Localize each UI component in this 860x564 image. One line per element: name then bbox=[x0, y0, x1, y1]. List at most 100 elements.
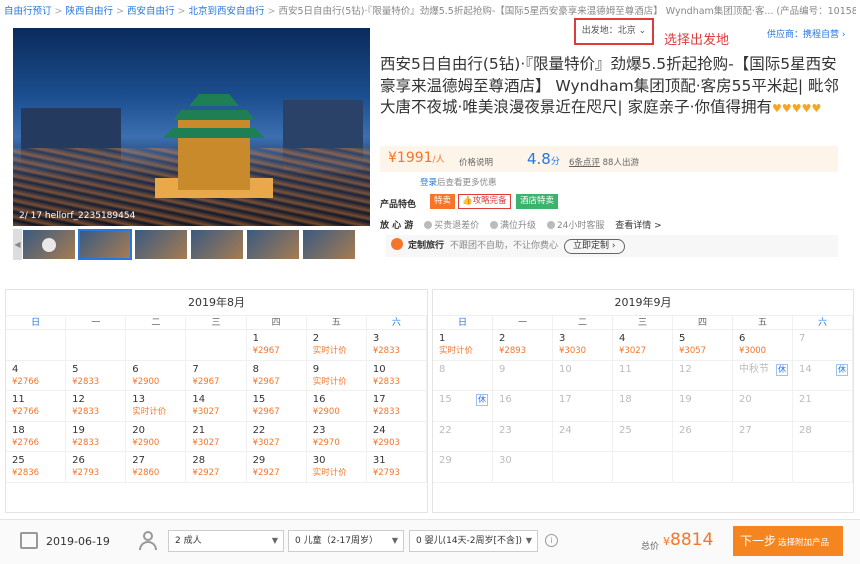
calendar-grid: 1 ¥2967 2 实时计价 3 ¥2833 4 ¥2766 5 ¥2833 6 ¥2900 7 ¥296… bbox=[6, 330, 427, 483]
calendar-day[interactable]: 9 实时计价 bbox=[306, 360, 367, 391]
calendar-day[interactable]: 13 实时计价 bbox=[126, 391, 187, 422]
calendar-day[interactable]: 26 ¥2793 bbox=[66, 452, 127, 483]
info-icon[interactable]: i bbox=[545, 534, 558, 547]
tower-roof bbox=[173, 110, 255, 120]
calendar-day[interactable]: 3 ¥2833 bbox=[366, 330, 427, 361]
calendar-day[interactable]: 22 ¥3027 bbox=[246, 421, 307, 452]
calendar-grid: 1 实时计价 2 ¥2893 3 ¥3030 4 ¥3027 5 ¥3057 6 ¥3000 7 8 9 10… bbox=[433, 330, 853, 483]
calendar-day[interactable]: 2 实时计价 bbox=[306, 330, 367, 361]
calendar-day[interactable]: 6 ¥2900 bbox=[126, 360, 187, 391]
breadcrumb-current: 西安5日自由行(5钻)·『限量特价』劲爆5.5折起抢购-【国际5星西安豪享来温德… bbox=[278, 6, 856, 17]
calendar-day[interactable]: 25 ¥2836 bbox=[6, 452, 67, 483]
day-price: 实时计价 bbox=[132, 407, 167, 417]
calendar-day[interactable]: 8 ¥2967 bbox=[246, 360, 307, 391]
price-explain-link[interactable]: 价格说明 bbox=[459, 156, 493, 168]
annotation-text: 选择出发地 bbox=[664, 33, 730, 48]
thumbnail-video[interactable] bbox=[22, 229, 76, 260]
weekday-header: 日 一 二 三 四 五 六 bbox=[433, 316, 853, 330]
thumbnail[interactable] bbox=[78, 229, 132, 260]
calendar-day[interactable]: 11 ¥2766 bbox=[6, 391, 67, 422]
weekday-header: 日 一 二 三 四 五 六 bbox=[6, 316, 427, 330]
next-step-button[interactable]: 下一步 选择附加产品 bbox=[733, 526, 843, 556]
day-number: 16 bbox=[312, 394, 326, 405]
breadcrumb-link[interactable]: 自由行预订 bbox=[4, 6, 52, 17]
login-hint: 登录后查看更多优惠 bbox=[420, 176, 497, 188]
product-title: 西安5日自由行(5钻)·『限量特价』劲爆5.5折起抢购-【国际5星西安豪享来温德… bbox=[380, 54, 840, 120]
weekday: 一 bbox=[66, 316, 127, 329]
calendar-day: 20 bbox=[733, 391, 793, 422]
custom-travel-label: 定制旅行 bbox=[408, 241, 445, 251]
calendar-day[interactable]: 23 ¥2970 bbox=[306, 421, 367, 452]
calendar-day[interactable]: 2 ¥2893 bbox=[493, 330, 553, 361]
worry-free-item: 24小时客服 bbox=[546, 221, 604, 231]
view-details-link[interactable]: 查看详情 > bbox=[615, 221, 661, 231]
calendar-day[interactable]: 5 ¥3057 bbox=[673, 330, 733, 361]
calendar-day[interactable]: 1 ¥2967 bbox=[246, 330, 307, 361]
day-number: 24 bbox=[372, 424, 386, 436]
calendar-day[interactable]: 7 ¥2967 bbox=[186, 360, 247, 391]
calendar-day[interactable]: 28 ¥2927 bbox=[186, 452, 247, 483]
calendar-day[interactable]: 12 ¥2833 bbox=[66, 391, 127, 422]
date-field[interactable]: 2019-06-19 bbox=[46, 535, 110, 548]
weekday: 六 bbox=[367, 316, 427, 329]
day-number: 12 bbox=[72, 394, 85, 405]
calendar-day[interactable]: 21 ¥3027 bbox=[186, 421, 247, 452]
child-select[interactable]: 0 儿童（2-17周岁） ▼ bbox=[288, 530, 404, 552]
thumbnail[interactable] bbox=[246, 229, 300, 260]
price-unit: /人 bbox=[432, 155, 445, 165]
day-number: 9 bbox=[499, 363, 506, 375]
review-count-link[interactable]: 6条点评 bbox=[569, 158, 600, 168]
calendar-day[interactable]: 17 ¥2833 bbox=[366, 391, 427, 422]
breadcrumb: 自由行预订 > 陕西自由行 > 西安自由行 > 北京到西安自由行 > 西安5日自由行(5钻)·『… bbox=[4, 3, 856, 17]
day-price: ¥3000 bbox=[739, 346, 767, 356]
calendar-day[interactable]: 14 ¥3027 bbox=[186, 391, 247, 422]
calendar-day[interactable]: 30 实时计价 bbox=[306, 452, 367, 483]
adult-select[interactable]: 2 成人 ▼ bbox=[168, 530, 284, 552]
check-icon bbox=[424, 221, 433, 229]
calendar-day[interactable]: 3 ¥3030 bbox=[553, 330, 613, 361]
thumbnail[interactable] bbox=[302, 229, 356, 260]
login-link[interactable]: 登录 bbox=[420, 178, 437, 188]
breadcrumb-link[interactable]: 西安自由行 bbox=[127, 6, 175, 17]
departure-selector[interactable]: 出发地：北京 ⌄ bbox=[574, 18, 654, 45]
calendar-day[interactable]: 5 ¥2833 bbox=[66, 360, 127, 391]
calendar-day[interactable]: 20 ¥2900 bbox=[126, 421, 187, 452]
calendar-day[interactable]: 19 ¥2833 bbox=[66, 421, 127, 452]
day-number: 5 bbox=[679, 333, 686, 344]
calendar-day: 12 bbox=[673, 360, 733, 391]
calendar-day[interactable]: 31 ¥2793 bbox=[366, 452, 427, 483]
thumb-prev-icon[interactable]: ◀ bbox=[13, 229, 22, 260]
custom-now-button[interactable]: 立即定制 › bbox=[564, 239, 625, 254]
breadcrumb-link[interactable]: 北京到西安自由行 bbox=[188, 6, 264, 17]
calendar-day: 9 bbox=[493, 360, 553, 391]
calendar-day[interactable]: 16 ¥2900 bbox=[306, 391, 367, 422]
calendar-day[interactable]: 27 ¥2860 bbox=[126, 452, 187, 483]
supplier-link[interactable]: 供应商：携程自营 › bbox=[767, 27, 845, 40]
calendar-day: 23 bbox=[493, 421, 553, 452]
calendar-empty-cell bbox=[793, 452, 853, 483]
calendar-day[interactable]: 15 ¥2967 bbox=[246, 391, 307, 422]
day-price: ¥2927 bbox=[252, 468, 280, 478]
day-number: 2 bbox=[499, 333, 506, 344]
calendar-day[interactable]: 29 ¥2927 bbox=[246, 452, 307, 483]
calendar-day[interactable]: 24 ¥2903 bbox=[366, 421, 427, 452]
thumbnail[interactable] bbox=[190, 229, 244, 260]
day-number: 25 bbox=[12, 455, 25, 466]
infant-select[interactable]: 0 婴儿(14天-2周岁[不含]) ▼ bbox=[409, 530, 538, 552]
review-info: 6条点评 88人出游 bbox=[569, 156, 639, 168]
day-price: 实时计价 bbox=[312, 346, 347, 356]
weekday: 二 bbox=[553, 316, 613, 329]
day-price: ¥3027 bbox=[619, 346, 647, 356]
hero-image[interactable]: 2/ 17 hellorf_2235189454 bbox=[13, 28, 370, 226]
calendar-day[interactable]: 6 ¥3000 bbox=[733, 330, 793, 361]
calendar-day[interactable]: 10 ¥2833 bbox=[366, 360, 427, 391]
day-price: ¥2766 bbox=[12, 407, 40, 417]
calendar-day[interactable]: 4 ¥2766 bbox=[6, 360, 67, 391]
breadcrumb-link[interactable]: 陕西自由行 bbox=[65, 6, 113, 17]
day-number: 29 bbox=[439, 455, 452, 466]
calendar-day[interactable]: 18 ¥2766 bbox=[6, 421, 67, 452]
calendar-day[interactable]: 4 ¥3027 bbox=[613, 330, 673, 361]
custom-travel-desc: 不跟团不自助，不让你费心 bbox=[450, 241, 559, 251]
thumbnail[interactable] bbox=[134, 229, 188, 260]
calendar-day[interactable]: 1 实时计价 bbox=[433, 330, 493, 361]
